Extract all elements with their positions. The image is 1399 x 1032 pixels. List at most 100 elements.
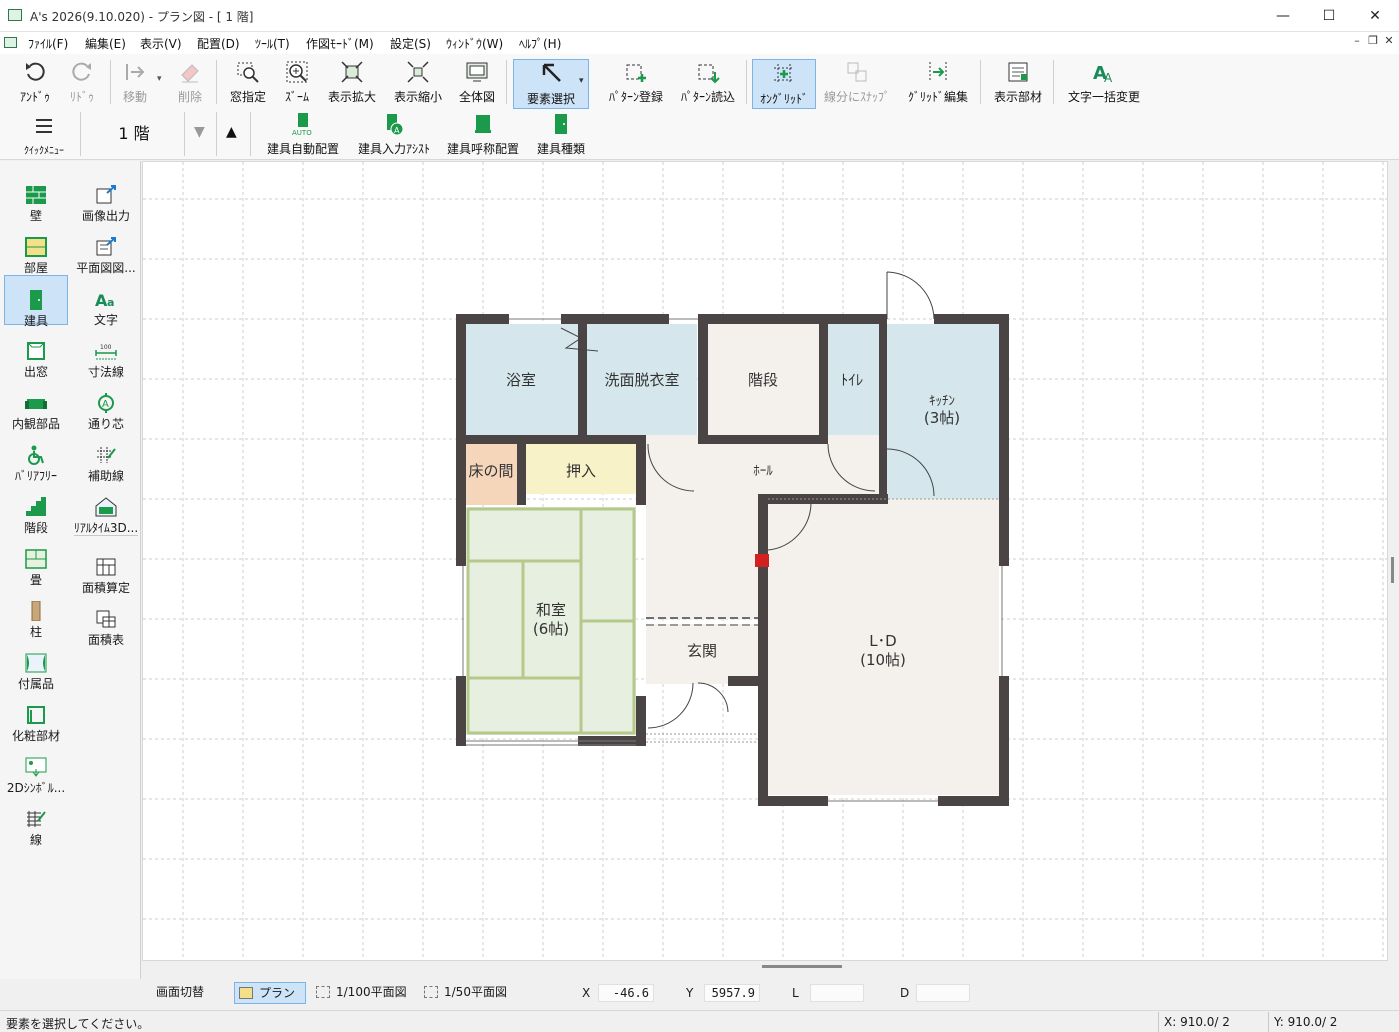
floor-down-icon[interactable]: ▼: [194, 124, 205, 140]
palette-area-table[interactable]: 面積表: [72, 595, 140, 647]
menu-tools[interactable]: ﾂｰﾙ(T): [255, 35, 290, 52]
room-label-bath: 浴室: [506, 371, 536, 389]
palette-area-calc[interactable]: 面積算定: [72, 543, 140, 595]
fitting-type-button[interactable]: 建具種類: [532, 110, 590, 160]
close-button[interactable]: ✕: [1352, 0, 1398, 32]
menu-place[interactable]: 配置(D): [197, 35, 240, 52]
room-label-washitsu-size: (6帖): [533, 620, 569, 638]
dimension-icon: 100: [95, 344, 117, 360]
screen-switch-button[interactable]: 画面切替: [152, 982, 232, 1004]
pattern-load-button[interactable]: ﾊﾟﾀｰﾝ読込: [676, 58, 740, 108]
grid-snap-icon: [774, 64, 794, 84]
wall-icon: [26, 186, 46, 204]
menu-view[interactable]: 表示(V): [140, 35, 182, 52]
svg-text:AUTO: AUTO: [292, 129, 312, 136]
svg-text:A: A: [102, 399, 109, 410]
grid-edit-button[interactable]: ｸﾞﾘｯﾄﾞ編集: [902, 58, 974, 108]
selected-marker: [755, 554, 769, 567]
move-dropdown-icon[interactable]: ▾: [157, 74, 162, 84]
palette-realtime-3d[interactable]: ﾘｱﾙﾀｲﾑ3D...: [72, 483, 140, 535]
l-field[interactable]: [810, 984, 864, 1002]
floor-selector[interactable]: 1 階: [84, 114, 184, 154]
menu-file[interactable]: ﾌｧｲﾙ(F): [28, 35, 68, 52]
status-bar: 要素を選択してください。 X: 910.0/ 2 Y: 910.0/ 2: [0, 1010, 1399, 1032]
palette-text[interactable]: Aa 文字: [72, 275, 140, 327]
grid-plan-icon: [316, 986, 330, 998]
auto-place-button[interactable]: AUTO 建具自動配置: [264, 110, 342, 160]
vertical-scroll-thumb[interactable]: [1391, 557, 1394, 583]
symbol-icon: [25, 757, 47, 777]
document-icon[interactable]: [4, 37, 17, 48]
fit-all-button[interactable]: 全体図: [454, 58, 500, 108]
menu-edit[interactable]: 編集(E): [85, 35, 126, 52]
palette-barrier-free[interactable]: ﾊﾞﾘｱﾌﾘｰ: [4, 431, 68, 483]
horizontal-scroll-thumb[interactable]: [762, 965, 842, 968]
status-grid-y: Y: 910.0/ 2: [1274, 1015, 1338, 1029]
window-zoom-button[interactable]: 窓指定: [224, 58, 272, 108]
door-assist-icon: A: [387, 114, 404, 136]
palette-tatami[interactable]: 畳: [4, 535, 68, 587]
vertical-scrollbar[interactable]: [1388, 161, 1399, 961]
palette-interior-parts[interactable]: 内観部品: [4, 379, 68, 431]
pattern-save-button[interactable]: ﾊﾟﾀｰﾝ登録: [604, 58, 668, 108]
d-field[interactable]: [916, 984, 970, 1002]
minimize-button[interactable]: —: [1260, 0, 1306, 32]
undo-button[interactable]: ｱﾝﾄﾞｩ: [12, 58, 58, 108]
image-output-icon: [96, 185, 116, 204]
palette-plan-drawing[interactable]: 平面図図...: [72, 223, 140, 275]
mdi-close-icon[interactable]: ✕: [1382, 34, 1396, 50]
x-field[interactable]: -46.6: [598, 984, 654, 1002]
palette-bay-window[interactable]: 出窓: [4, 327, 68, 379]
delete-button[interactable]: 削除: [168, 58, 212, 108]
select-button[interactable]: 要素選択: [513, 59, 589, 109]
scale-50-tab[interactable]: 1/50平面図: [420, 982, 516, 1004]
redo-button[interactable]: ﾘﾄﾞｩ: [60, 58, 104, 108]
palette-accessories[interactable]: 付属品: [4, 639, 68, 691]
y-field[interactable]: 5957.9: [704, 984, 760, 1002]
menu-window[interactable]: ｳｨﾝﾄﾞｳ(W): [446, 35, 503, 52]
snap-division-button[interactable]: 線分にｽﾅｯﾌﾟ: [824, 58, 890, 108]
call-place-button[interactable]: 建具呼称配置: [444, 110, 522, 160]
mdi-minimize-icon[interactable]: –: [1350, 34, 1364, 50]
menu-help[interactable]: ﾍﾙﾌﾟ(H): [519, 35, 561, 52]
column-icon: [31, 601, 41, 621]
drawing-canvas[interactable]: 浴室 洗面脱衣室 階段 ﾄｲﾚ ｷｯﾁﾝ (3帖) 床の間 押入 ﾎｰﾙ 和室 …: [142, 161, 1388, 961]
palette-2d-symbol[interactable]: 2Dｼﾝﾎﾞﾙ...: [4, 743, 68, 795]
menu-settings[interactable]: 設定(S): [390, 35, 431, 52]
status-message: 要素を選択してください。: [6, 1017, 150, 1031]
select-dropdown-icon[interactable]: ▾: [579, 76, 584, 86]
palette-column[interactable]: 柱: [4, 587, 68, 639]
redo-icon: [72, 62, 91, 81]
zoom-out-button[interactable]: 表示縮小: [388, 58, 448, 108]
quick-menu-button[interactable]: ｸｲｯｸﾒﾆｭｰ: [10, 112, 78, 162]
plan-tab[interactable]: プラン: [234, 982, 306, 1004]
zoom-button[interactable]: ｽﾞｰﾑ: [278, 58, 316, 108]
palette-trim[interactable]: 化粧部材: [4, 691, 68, 743]
tatami-icon: [25, 549, 47, 569]
door-icon: [30, 290, 42, 310]
move-button[interactable]: 移動: [114, 58, 156, 108]
curtain-icon: [25, 653, 47, 673]
maximize-button[interactable]: ☐: [1306, 0, 1352, 32]
palette-wall[interactable]: 壁: [4, 171, 68, 223]
palette-aux-line[interactable]: 補助線: [72, 431, 140, 483]
palette-fitting[interactable]: 建具: [4, 275, 68, 328]
zoom-in-button[interactable]: 表示拡大: [322, 58, 382, 108]
input-assist-button[interactable]: A 建具入力ｱｼｽﾄ: [354, 110, 434, 160]
menu-draw-mode[interactable]: 作図ﾓｰﾄﾞ(M): [306, 35, 374, 52]
palette-line[interactable]: 線: [4, 795, 68, 847]
floor-up-icon[interactable]: ▲: [226, 124, 237, 140]
room-icon: [25, 237, 47, 257]
palette-image-output[interactable]: 画像出力: [72, 171, 140, 223]
palette-grid-axis[interactable]: A 通り芯: [72, 379, 140, 431]
palette-dimension[interactable]: 100 寸法線: [72, 327, 140, 379]
sofa-icon: [25, 399, 47, 409]
horizontal-scrollbar[interactable]: [142, 961, 1388, 973]
display-parts-button[interactable]: 表示部材: [988, 58, 1048, 108]
scale-100-tab[interactable]: 1/100平面図: [312, 982, 412, 1004]
palette-room[interactable]: 部屋: [4, 223, 68, 275]
on-grid-toggle[interactable]: ｵﾝｸﾞﾘｯﾄﾞ: [752, 59, 816, 109]
mdi-restore-icon[interactable]: ❐: [1366, 34, 1380, 50]
text-replace-button[interactable]: AA 文字一括変更: [1064, 58, 1144, 108]
palette-stairs[interactable]: 階段: [4, 483, 68, 535]
